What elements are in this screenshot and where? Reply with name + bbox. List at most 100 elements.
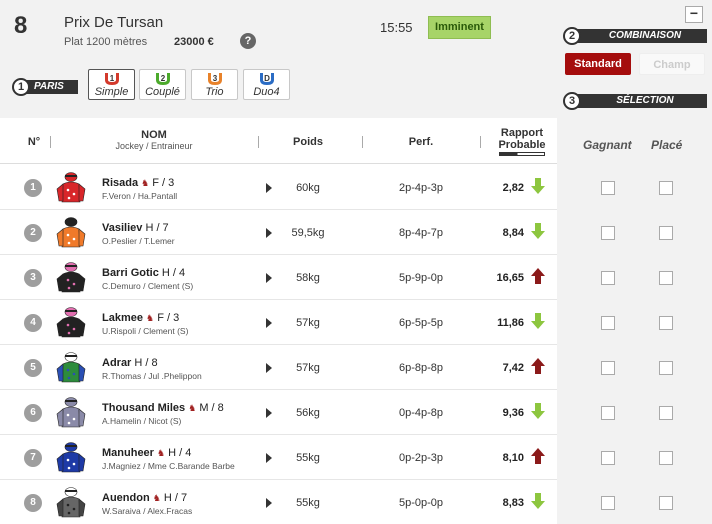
race-time: 15:55 (380, 20, 413, 35)
jockey-trainer: U.Rispoli / Clement (S) (102, 326, 189, 336)
gagnant-checkbox[interactable] (601, 271, 615, 285)
runner-perf: 6p-5p-5p (398, 317, 444, 329)
play-icon[interactable] (266, 453, 272, 463)
horse-info: H / 7 (163, 492, 188, 504)
bet-type-badge: 2 (160, 74, 165, 83)
runner-number: 5 (24, 359, 42, 377)
race-prize: 23000 € (174, 36, 214, 48)
collapse-button[interactable]: − (685, 6, 703, 23)
horse-name[interactable]: Manuheer ♞ H / 4 (102, 447, 191, 459)
place-checkbox[interactable] (659, 451, 673, 465)
runner-number: 3 (24, 269, 42, 287)
gagnant-checkbox[interactable] (601, 316, 615, 330)
bet-type-couplé[interactable]: 2 Couplé (139, 69, 186, 100)
mare-icon: ♞ (141, 178, 150, 188)
place-checkbox[interactable] (659, 361, 673, 375)
odds-progress-bar (499, 152, 545, 156)
horse-name[interactable]: Barri Gotic H / 4 (102, 267, 185, 279)
horseshoe-icon: 1 (104, 73, 119, 85)
horse-name[interactable]: Thousand Miles ♞ M / 8 (102, 402, 224, 414)
jockey-trainer: C.Demuro / Clement (S) (102, 281, 194, 291)
odds-up-arrow-icon (531, 358, 545, 374)
col-name-label: NOM (141, 129, 167, 141)
step-label-combinaison: COMBINAISON (571, 29, 707, 43)
play-icon[interactable] (266, 408, 272, 418)
runner-odds: 8,10 (502, 452, 524, 464)
horse-name[interactable]: Lakmee ♞ F / 3 (102, 312, 179, 324)
bet-type-simple[interactable]: 1 Simple (88, 69, 135, 100)
runner-odds: 8,84 (502, 227, 524, 239)
runner-weight: 55kg (296, 497, 320, 509)
runner-number: 6 (24, 404, 42, 422)
play-icon[interactable] (266, 183, 272, 193)
bet-type-duo4[interactable]: D Duo4 (243, 69, 290, 100)
mare-icon: ♞ (188, 403, 197, 413)
runner-odds: 7,42 (502, 362, 524, 374)
col-divider (258, 136, 259, 148)
gagnant-checkbox[interactable] (601, 361, 615, 375)
bet-type-badge: 1 (109, 74, 114, 83)
horse-info: H / 7 (145, 222, 169, 234)
place-checkbox[interactable] (659, 181, 673, 195)
bet-type-trio[interactable]: 3 Trio (191, 69, 238, 100)
horse-name[interactable]: Auendon ♞ H / 7 (102, 492, 187, 504)
step-badge-combinaison: 2 (563, 27, 581, 45)
runner-weight: 59,5kg (291, 227, 325, 239)
place-checkbox[interactable] (659, 316, 673, 330)
jockey-silk-icon (56, 262, 86, 293)
gagnant-checkbox[interactable] (601, 406, 615, 420)
runner-odds: 9,36 (502, 407, 524, 419)
col-odds-sub: Probable (498, 139, 546, 151)
runner-odds: 2,82 (502, 182, 524, 194)
col-odds: Rapport Probable (494, 127, 550, 156)
runner-perf: 5p-0p-0p (398, 497, 444, 509)
champ-button[interactable]: Champ (639, 53, 705, 75)
runner-perf: 8p-4p-7p (398, 227, 444, 239)
col-odds-label: Rapport (500, 127, 544, 139)
bet-type-badge: D (264, 74, 270, 83)
gagnant-checkbox[interactable] (601, 496, 615, 510)
col-gagnant: Gagnant (583, 138, 632, 152)
jockey-trainer: W.Saraiva / Alex.Fracas (102, 506, 193, 516)
col-divider (362, 136, 363, 148)
bet-type-badge: 3 (212, 74, 217, 83)
gagnant-checkbox[interactable] (601, 226, 615, 240)
horse-info: H / 8 (134, 357, 158, 369)
help-icon[interactable]: ? (240, 33, 256, 49)
horseshoe-icon: 3 (207, 73, 222, 85)
play-icon[interactable] (266, 228, 272, 238)
gagnant-checkbox[interactable] (601, 181, 615, 195)
table-row: 7 Manuheer ♞ H / 4 J.Magniez / Mme C.Baran… (0, 435, 557, 480)
runner-weight: 58kg (296, 272, 320, 284)
step-badge-paris: 1 (12, 78, 30, 96)
col-name-sub: Jockey / Entraineur (115, 141, 193, 151)
place-checkbox[interactable] (659, 226, 673, 240)
play-icon[interactable] (266, 498, 272, 508)
bet-type-row: PARIS 1 1 Simple 2 Couplé 3 Trio D Duo4 (0, 64, 557, 118)
horse-name-text: Lakmee (102, 312, 143, 324)
play-icon[interactable] (266, 363, 272, 373)
horse-name[interactable]: Adrar H / 8 (102, 357, 158, 369)
runner-odds: 16,65 (496, 272, 524, 284)
race-type: Plat 1200 mètres (64, 36, 148, 48)
jockey-trainer: J.Magniez / Mme C.Barande Barbe (102, 461, 235, 471)
place-checkbox[interactable] (659, 271, 673, 285)
horse-name[interactable]: Vasiliev H / 7 (102, 222, 169, 234)
play-icon[interactable] (266, 318, 272, 328)
col-perf: Perf. (408, 136, 434, 148)
standard-button[interactable]: Standard (565, 53, 631, 75)
jockey-silk-icon (56, 307, 86, 338)
gagnant-checkbox[interactable] (601, 451, 615, 465)
odds-up-arrow-icon (531, 448, 545, 464)
jockey-trainer: R.Thomas / Jul .Phelippon (102, 371, 202, 381)
place-checkbox[interactable] (659, 496, 673, 510)
horse-name-text: Thousand Miles (102, 402, 186, 414)
horse-name[interactable]: Risada ♞ F / 3 (102, 177, 174, 189)
jockey-trainer: A.Hamelin / Nicot (S) (102, 416, 182, 426)
place-checkbox[interactable] (659, 406, 673, 420)
jockey-trainer: O.Peslier / T.Lemer (102, 236, 175, 246)
table-row: 1 Risada ♞ F / 3 F.Veron / Ha.Pantall 60kg 2… (0, 165, 557, 210)
play-icon[interactable] (266, 273, 272, 283)
table-row: 2 Vasiliev H / 7 O.Peslier / T.Lemer 59,5kg… (0, 210, 557, 255)
runner-number: 1 (24, 179, 42, 197)
